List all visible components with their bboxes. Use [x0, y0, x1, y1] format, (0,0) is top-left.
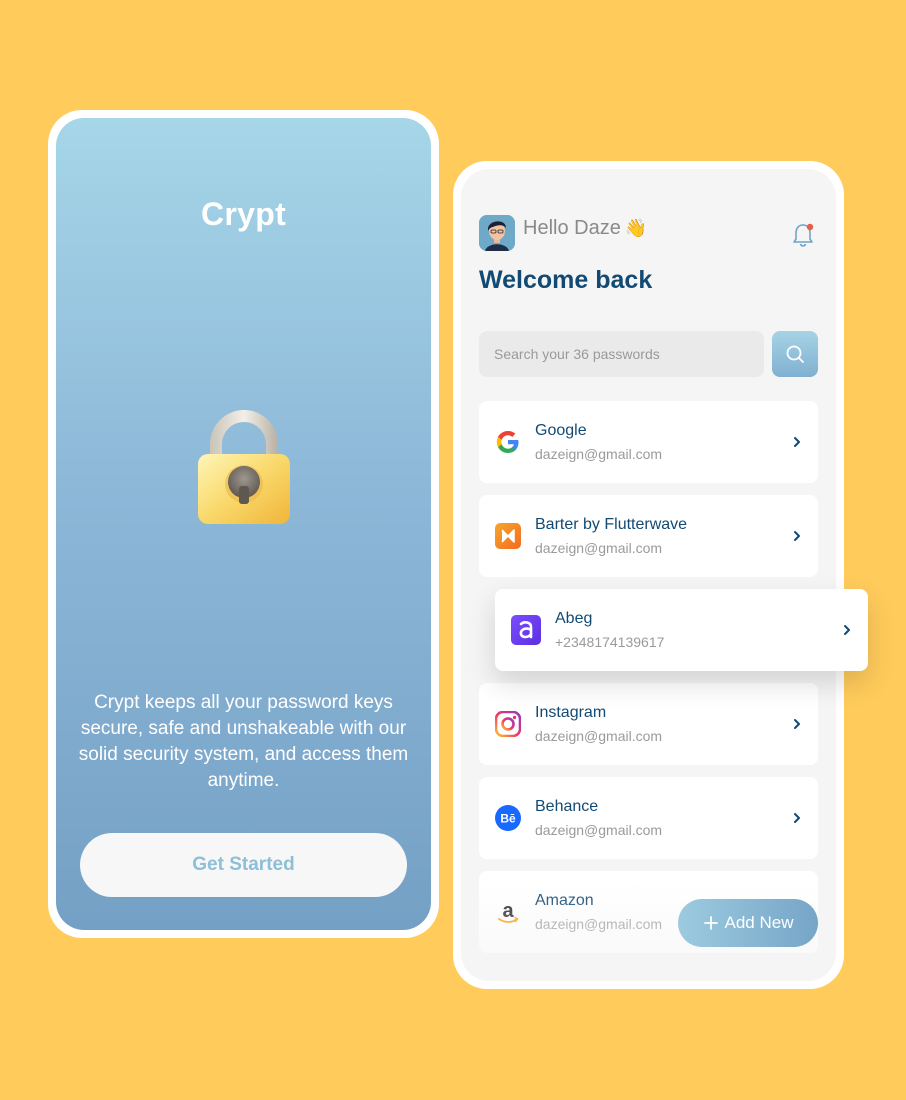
item-texts: Google dazeign@gmail.com	[535, 422, 792, 462]
google-icon	[496, 431, 519, 453]
greeting: Hello Daze 👋	[523, 217, 647, 240]
item-texts: Instagram dazeign@gmail.com	[535, 704, 792, 744]
item-name: Behance	[535, 798, 599, 815]
padlock-icon	[198, 410, 290, 524]
dashboard-screen: Hello Daze 👋 Welcome back G	[461, 169, 836, 981]
list-item-behance[interactable]: Bē Behance dazeign@gmail.com	[479, 777, 818, 859]
app-title: Crypt	[200, 196, 287, 232]
item-texts: Behance dazeign@gmail.com	[535, 798, 792, 838]
tagline: Crypt keeps all your password keys secur…	[78, 692, 409, 791]
item-phone: +2348174139617	[555, 634, 665, 650]
user-avatar-icon	[479, 215, 515, 251]
amazon-icon: a	[498, 900, 519, 923]
add-new-label: Add New	[724, 913, 794, 932]
dashboard-phone: Hello Daze 👋 Welcome back G	[453, 161, 844, 989]
item-email: dazeign@gmail.com	[535, 822, 663, 838]
avatar[interactable]	[479, 215, 515, 251]
waving-hand-icon: 👋	[624, 218, 648, 238]
list-item-barter[interactable]: Barter by Flutterwave dazeign@gmail.com	[479, 495, 818, 577]
search-button[interactable]	[772, 331, 818, 377]
item-name: Abeg	[555, 610, 593, 627]
svg-text:Bē: Bē	[500, 812, 516, 826]
barter-icon	[495, 523, 521, 549]
list-item-instagram[interactable]: Instagram dazeign@gmail.com	[479, 683, 818, 765]
chevron-right-icon	[794, 531, 800, 541]
chevron-right-icon	[794, 813, 800, 823]
item-name: Google	[535, 422, 587, 439]
chevron-right-icon	[794, 719, 800, 729]
greeting-text: Hello Daze	[523, 217, 621, 239]
plus-icon	[703, 916, 718, 930]
svg-text:a: a	[502, 900, 514, 922]
chevron-right-icon	[794, 437, 800, 447]
behance-icon: Bē	[495, 805, 521, 831]
item-email: dazeign@gmail.com	[535, 728, 663, 744]
search-icon	[786, 345, 804, 363]
instagram-icon	[495, 711, 521, 737]
item-name: Instagram	[535, 704, 607, 721]
add-new-button[interactable]: Add New	[678, 899, 818, 947]
item-texts: Barter by Flutterwave dazeign@gmail.com	[535, 516, 792, 556]
onboarding-phone: Crypt Crypt keeps all your password keys…	[48, 110, 439, 938]
list-item-google[interactable]: Google dazeign@gmail.com	[479, 401, 818, 483]
item-email: dazeign@gmail.com	[535, 540, 663, 556]
onboarding-screen: Crypt Crypt keeps all your password keys…	[56, 118, 431, 930]
chevron-right-icon	[844, 625, 850, 635]
list-item-abeg[interactable]: Abeg +2348174139617	[495, 589, 868, 671]
item-texts: Abeg +2348174139617	[555, 610, 842, 650]
search-input[interactable]	[479, 331, 764, 377]
item-email: dazeign@gmail.com	[535, 446, 663, 462]
abeg-icon	[511, 615, 541, 645]
page-title: Welcome back	[479, 266, 653, 294]
get-started-button[interactable]: Get Started	[80, 833, 407, 897]
notification-bell-icon[interactable]	[791, 221, 817, 249]
item-name: Barter by Flutterwave	[535, 516, 688, 533]
